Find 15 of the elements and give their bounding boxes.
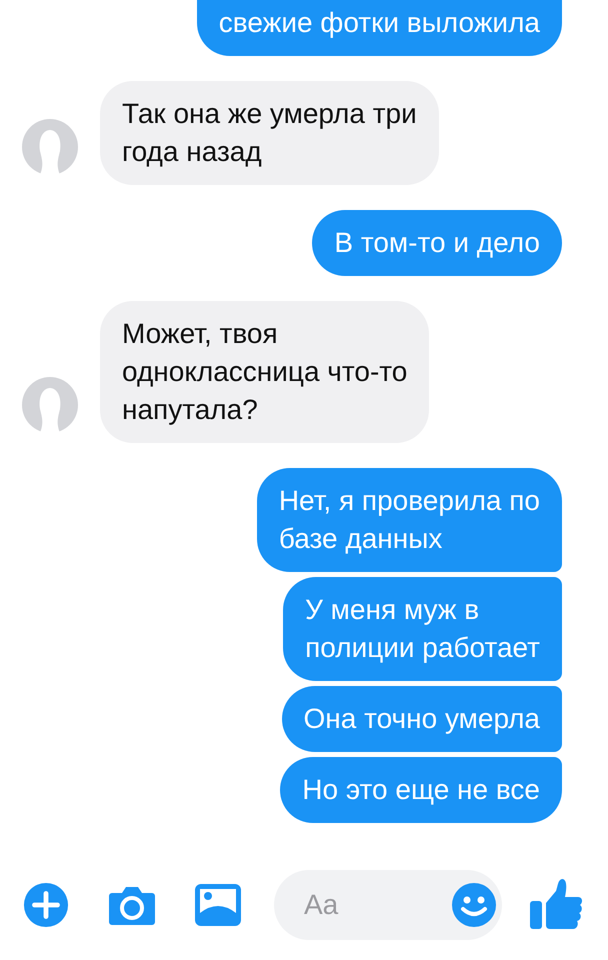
message-bubble: свежие фотки выложила	[196, 0, 562, 56]
message-bubble: В том-то и дело	[312, 210, 562, 276]
message-input[interactable]: Aa	[302, 888, 452, 922]
message-bubble: Но это еще не все	[280, 757, 562, 823]
emoji-icon[interactable]	[452, 883, 496, 927]
plus-icon[interactable]	[22, 882, 70, 928]
message-bubble: Нет, я проверила по базе данных	[256, 468, 562, 572]
composer-field[interactable]: Aa	[274, 870, 502, 940]
message-bubble: Может, твоя одноклассница что-то напутала?	[100, 301, 430, 443]
message-bubble: Она точно умерла	[282, 686, 562, 752]
avatar-icon	[22, 377, 78, 433]
message-bubble: Так она же умерла три года назад	[100, 81, 439, 185]
image-icon[interactable]	[194, 882, 242, 928]
message-bubble: У меня муж в полиции работает	[283, 577, 562, 681]
avatar-icon	[22, 119, 78, 175]
